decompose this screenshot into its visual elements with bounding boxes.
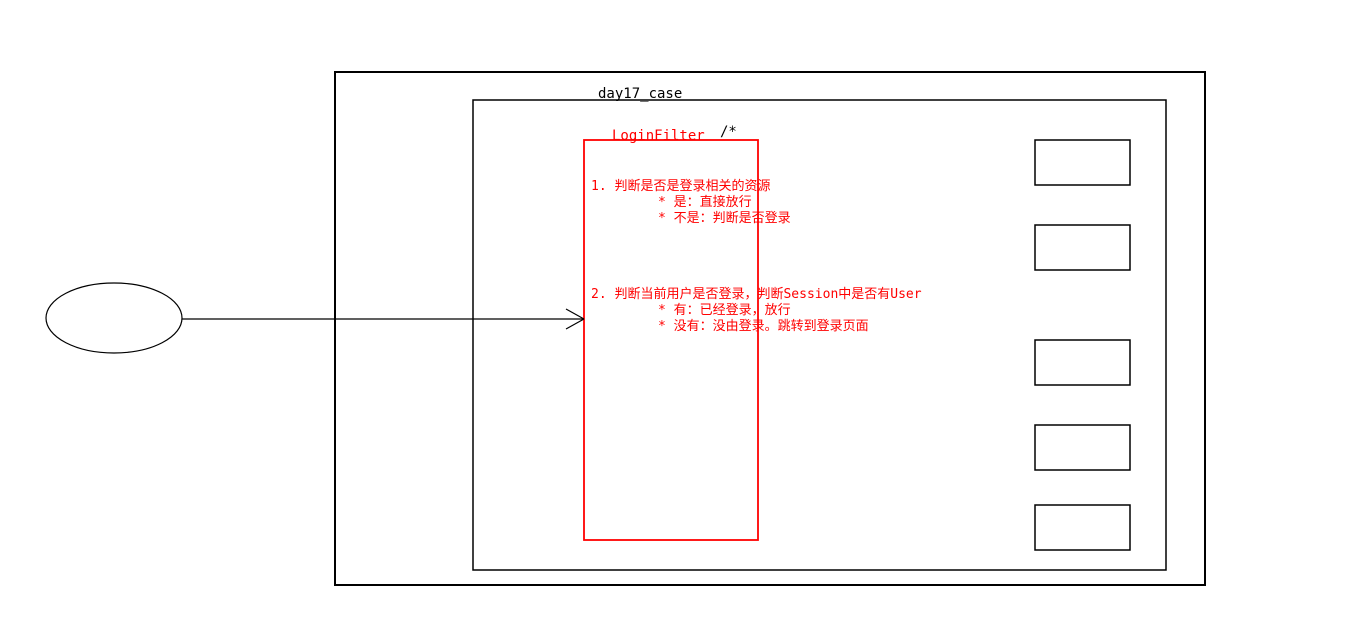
resource-box-2 [1035, 225, 1130, 270]
resource-box-5 [1035, 505, 1130, 550]
resource-box-4 [1035, 425, 1130, 470]
outer-title-label: day17_case [598, 86, 682, 102]
diagram-container: day17_case LoginFilter /* 1. 判断是否是登录相关的资… [0, 0, 1360, 620]
step1-bullet2: * 不是：判断是否登录 [658, 207, 791, 226]
resource-box-1 [1035, 140, 1130, 185]
filter-name-label: LoginFilter [612, 128, 705, 144]
request-arrow-head-bottom [566, 319, 584, 329]
inner-container-box [473, 100, 1166, 570]
step2-bullet2: * 没有：没由登录。跳转到登录页面 [658, 315, 869, 334]
request-arrow-head-top [566, 309, 584, 319]
resource-box-3 [1035, 340, 1130, 385]
client-ellipse [46, 283, 182, 353]
url-pattern-label: /* [720, 124, 737, 140]
